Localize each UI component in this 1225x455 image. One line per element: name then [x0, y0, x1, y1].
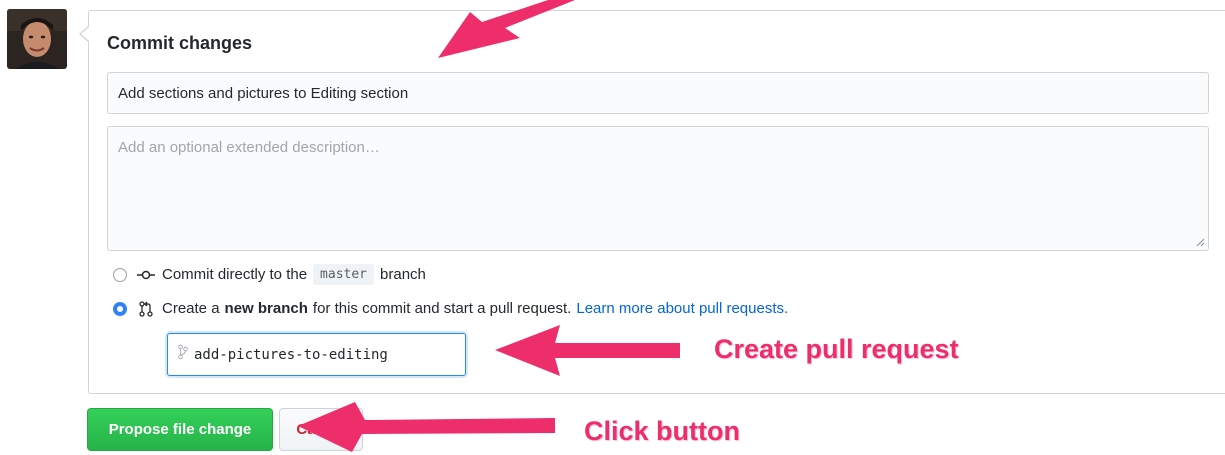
- annotation-arrows: [298, 0, 680, 452]
- annotation-create-pull-request: Create pull request: [714, 334, 959, 364]
- annotation-click-button: Click button: [584, 416, 740, 446]
- arrow-to-branch-input: [495, 325, 680, 376]
- arrow-to-title: [438, 0, 575, 58]
- arrow-to-button: [298, 402, 555, 452]
